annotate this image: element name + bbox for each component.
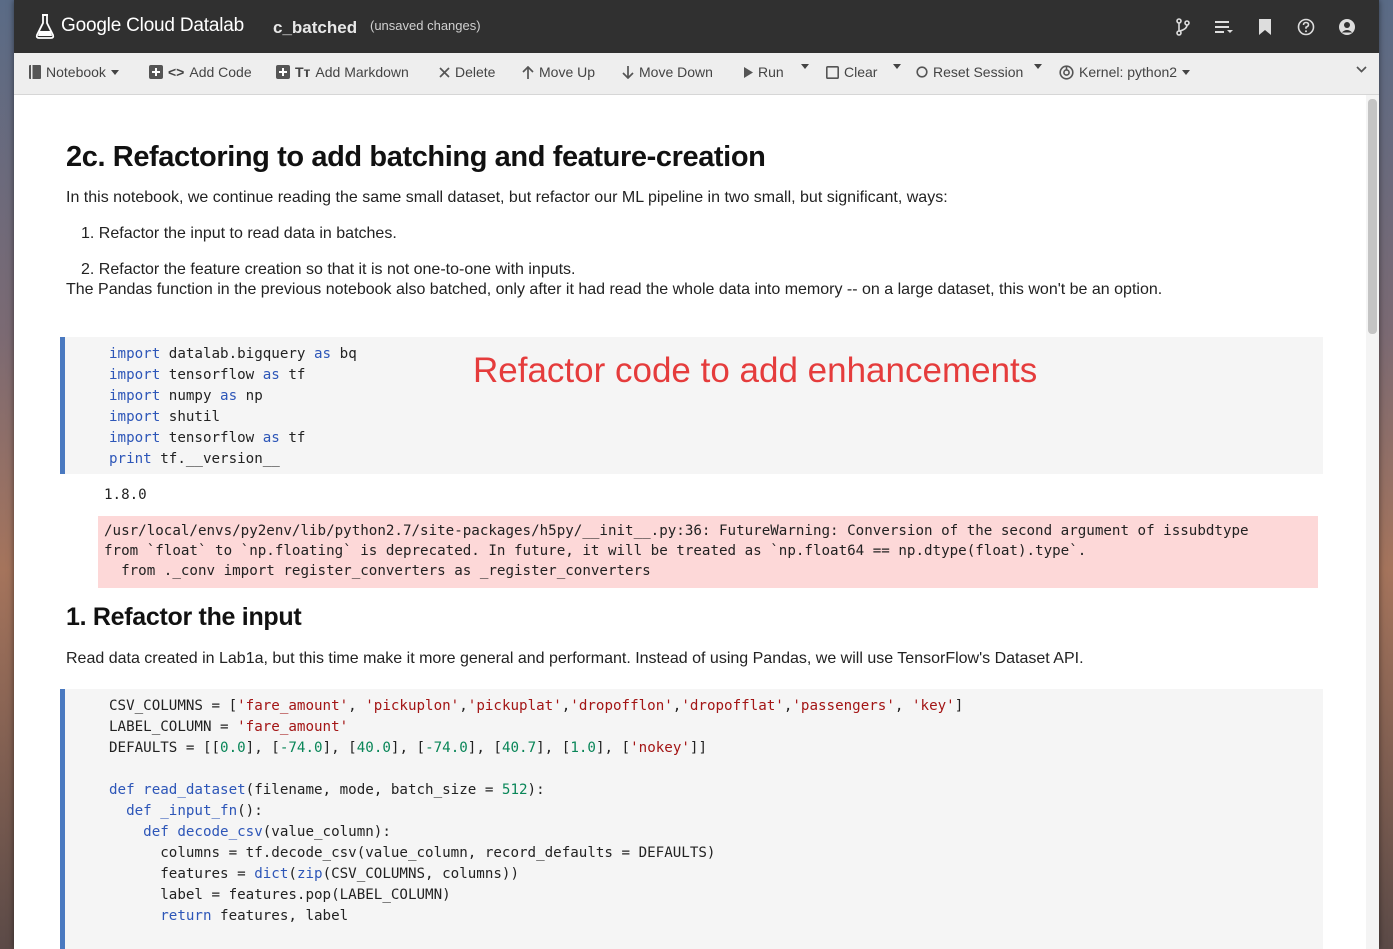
play-icon bbox=[744, 66, 753, 78]
chevron-down-icon bbox=[1356, 66, 1367, 73]
toolbar-collapse-button[interactable] bbox=[1356, 66, 1367, 73]
add-markdown-button[interactable]: Tт Add Markdown bbox=[276, 64, 409, 80]
kernel-icon bbox=[1059, 64, 1074, 80]
add-code-label: Add Code bbox=[189, 64, 252, 80]
notebook-name[interactable]: c_batched bbox=[273, 18, 357, 38]
notebook-icon bbox=[29, 65, 41, 79]
clear-label: Clear bbox=[844, 64, 878, 80]
datalab-flask-icon bbox=[35, 13, 55, 39]
kernel-label: Kernel: python2 bbox=[1079, 64, 1178, 80]
list-icon[interactable] bbox=[1213, 17, 1234, 37]
logo-text: Google Cloud Datalab bbox=[61, 15, 244, 36]
close-icon bbox=[439, 66, 450, 78]
code-cell-source[interactable]: CSV_COLUMNS = ['fare_amount', 'pickuplon… bbox=[109, 696, 963, 927]
top-bar: Google Cloud Datalab c_batched (unsaved … bbox=[14, 0, 1379, 53]
move-up-label: Move Up bbox=[539, 64, 596, 80]
code-line: datalab.bigquery bbox=[168, 346, 306, 362]
chevron-down-icon bbox=[893, 64, 901, 69]
account-icon[interactable] bbox=[1336, 17, 1357, 37]
notebook-content: 2c. Refactoring to add batching and feat… bbox=[14, 95, 1364, 949]
datalab-logo[interactable]: Google Cloud Datalab bbox=[35, 12, 244, 40]
reset-session-button[interactable]: Reset Session bbox=[916, 64, 1023, 80]
add-markdown-label: Add Markdown bbox=[315, 64, 409, 80]
notebook-menu-button[interactable]: Notebook bbox=[29, 64, 119, 80]
delete-label: Delete bbox=[455, 64, 496, 80]
list-item: 2. Refactor the feature creation so that… bbox=[81, 261, 576, 278]
notebook-menu-label: Notebook bbox=[46, 64, 106, 80]
move-down-label: Move Down bbox=[639, 64, 713, 80]
list-item: 1. Refactor the input to read data in ba… bbox=[81, 225, 397, 242]
help-icon[interactable] bbox=[1295, 17, 1316, 37]
code-icon: <> bbox=[168, 64, 185, 80]
cell-output-version: 1.8.0 bbox=[104, 487, 147, 503]
save-status: (unsaved changes) bbox=[370, 18, 481, 33]
notebook-toolbar: Notebook <> Add Code Tт Add Markdown Del… bbox=[14, 53, 1379, 95]
text-format-icon: Tт bbox=[295, 64, 311, 80]
notebook-title: 2c. Refactoring to add batching and feat… bbox=[66, 141, 766, 173]
code-cell-source[interactable]: import datalab.bigquery as bq import ten… bbox=[109, 344, 357, 470]
datalab-window: Google Cloud Datalab c_batched (unsaved … bbox=[14, 0, 1379, 949]
reset-options-dropdown[interactable] bbox=[1034, 64, 1042, 69]
delete-button[interactable]: Delete bbox=[439, 64, 495, 80]
move-up-button[interactable]: Move Up bbox=[522, 64, 595, 80]
circle-icon bbox=[916, 66, 928, 78]
run-options-dropdown[interactable] bbox=[801, 64, 809, 69]
chevron-down-icon bbox=[1034, 64, 1042, 69]
clear-options-dropdown[interactable] bbox=[893, 64, 901, 69]
run-button[interactable]: Run bbox=[744, 64, 784, 80]
clear-button[interactable]: Clear bbox=[826, 64, 877, 80]
code-cell-read-dataset[interactable]: CSV_COLUMNS = ['fare_amount', 'pickuplon… bbox=[60, 689, 1323, 949]
add-box-icon bbox=[276, 65, 290, 79]
bookmark-icon[interactable] bbox=[1254, 17, 1275, 37]
reset-session-label: Reset Session bbox=[933, 64, 1024, 80]
add-box-icon bbox=[149, 65, 163, 79]
note-text: The Pandas function in the previous note… bbox=[66, 281, 1163, 298]
warning-line: from ._conv import register_converters a… bbox=[104, 563, 651, 579]
warning-output: /usr/local/envs/py2env/lib/python2.7/sit… bbox=[98, 516, 1318, 588]
add-code-button[interactable]: <> Add Code bbox=[149, 64, 252, 80]
scrollbar-thumb[interactable] bbox=[1368, 99, 1377, 334]
intro-text: In this notebook, we continue reading th… bbox=[66, 189, 948, 206]
checkbox-icon bbox=[826, 65, 839, 79]
section-text: Read data created in Lab1a, but this tim… bbox=[66, 650, 1084, 667]
arrow-up-icon bbox=[522, 65, 534, 79]
move-down-button[interactable]: Move Down bbox=[622, 64, 713, 80]
run-label: Run bbox=[758, 64, 784, 80]
section-heading: 1. Refactor the input bbox=[66, 603, 302, 631]
kernel-menu-button[interactable]: Kernel: python2 bbox=[1059, 64, 1191, 80]
chevron-down-icon bbox=[801, 64, 809, 69]
annotation-text: Refactor code to add enhancements bbox=[473, 351, 1038, 390]
warning-line: /usr/local/envs/py2env/lib/python2.7/sit… bbox=[104, 523, 1249, 539]
chevron-down-icon bbox=[1182, 69, 1191, 75]
arrow-down-icon bbox=[622, 65, 634, 79]
git-branch-icon[interactable] bbox=[1172, 17, 1193, 37]
chevron-down-icon bbox=[110, 69, 119, 75]
warning-line: from `float` to `np.floating` is depreca… bbox=[104, 543, 1087, 559]
